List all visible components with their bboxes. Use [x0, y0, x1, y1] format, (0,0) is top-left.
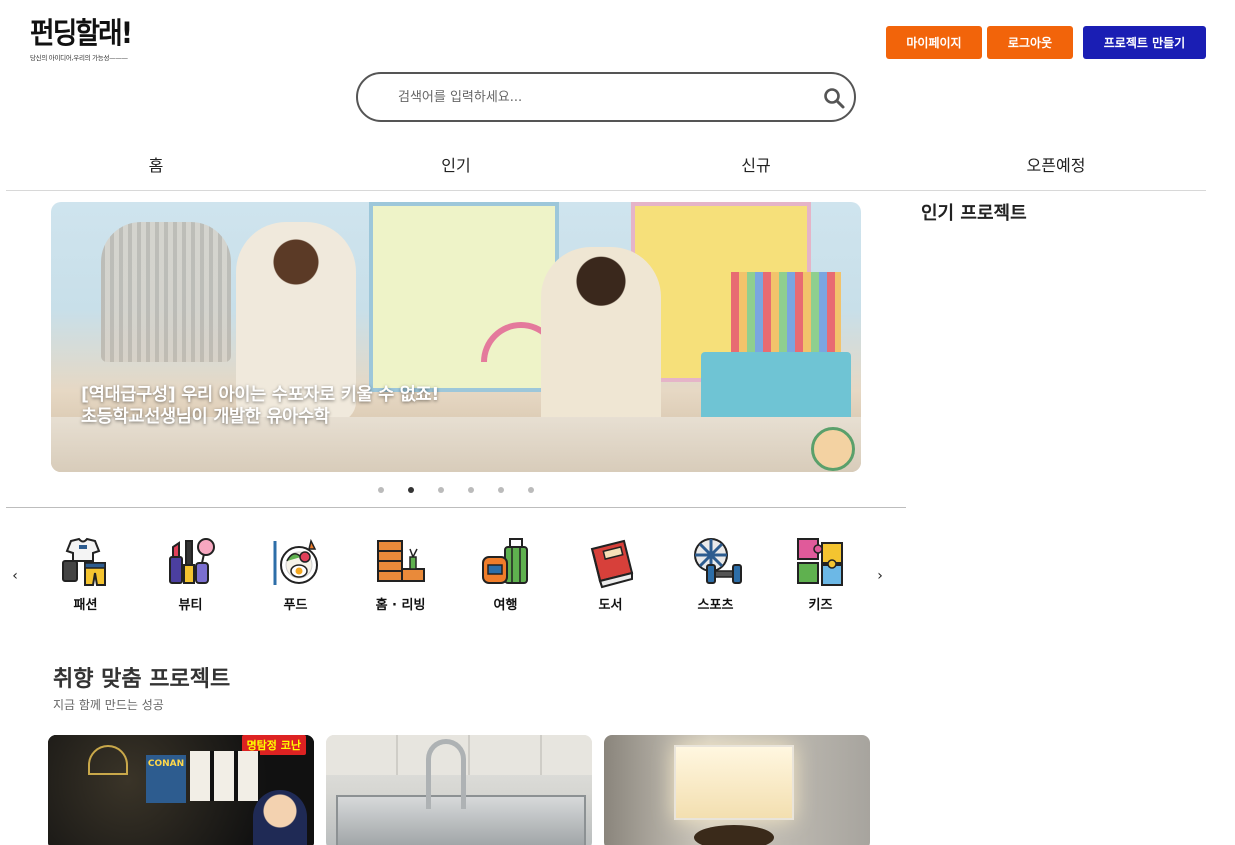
logo[interactable]: 펀딩할래! 당신의 아이디어,우리의 가능성———	[30, 16, 140, 62]
category-label: 키즈	[808, 598, 833, 613]
card-character	[253, 790, 307, 845]
puzzle-icon	[796, 538, 843, 586]
banner-books	[731, 272, 841, 352]
project-card[interactable]: 명탐정 코난 CONAN	[48, 735, 314, 845]
category-prev-icon[interactable]: ‹	[9, 568, 21, 584]
banner-dot-4[interactable]	[468, 487, 474, 493]
category-label: 뷰티	[178, 598, 203, 613]
mypage-button[interactable]: 마이페이지	[886, 26, 982, 59]
category-beauty[interactable]: 뷰티	[138, 535, 243, 613]
category-label: 패션	[73, 598, 98, 613]
category-fashion[interactable]: 패션	[33, 535, 138, 613]
category-food[interactable]: 푸드	[243, 535, 348, 613]
banner-line-1: [역대급구성] 우리 아이는 수포자로 키울 수 없죠!	[81, 385, 440, 405]
cosmetics-icon	[168, 538, 215, 584]
sports-icon	[693, 538, 742, 584]
main-nav: 홈 인기 신규 오픈예정	[6, 146, 1206, 191]
category-travel[interactable]: 여행	[453, 535, 558, 613]
luggage-icon	[481, 538, 528, 584]
food-plate-icon	[273, 538, 318, 585]
search-icon[interactable]	[822, 86, 846, 110]
banner-wall-poster-left	[369, 202, 559, 392]
recommend-title: 취향 맞춤 프로젝트	[53, 667, 231, 692]
category-next-icon[interactable]: ›	[874, 568, 886, 584]
card-image-turntable	[674, 745, 794, 820]
card-photo-cards	[190, 751, 260, 801]
category-label: 스포츠	[697, 598, 734, 613]
card-faucet	[426, 739, 466, 809]
banner-dot-1[interactable]	[378, 487, 384, 493]
popular-projects-title: 인기 프로젝트	[921, 203, 1027, 224]
category-kids[interactable]: 키즈	[768, 535, 873, 613]
category-label: 푸드	[283, 598, 308, 613]
nav-item-new[interactable]: 신규	[606, 146, 906, 190]
card-record	[694, 825, 774, 845]
banner-mascot	[811, 427, 855, 471]
category-label: 홈 · 리빙	[375, 598, 426, 613]
project-card[interactable]	[326, 735, 592, 845]
nav-item-popular[interactable]: 인기	[306, 146, 606, 190]
search-input[interactable]	[398, 89, 798, 105]
logo-subtitle: 당신의 아이디어,우리의 가능성———	[30, 54, 128, 62]
banner-dot-3[interactable]	[438, 487, 444, 493]
category-label: 여행	[493, 598, 518, 613]
category-sports[interactable]: 스포츠	[663, 535, 768, 613]
card-tag: CONAN	[146, 755, 186, 803]
banner-chair	[101, 222, 231, 362]
banner-line-2: 초등학교선생님이 개발한 유아수학	[81, 407, 330, 427]
search-bar	[356, 72, 856, 122]
create-project-button[interactable]: 프로젝트 만들기	[1083, 26, 1206, 59]
logout-button[interactable]: 로그아웃	[987, 26, 1073, 59]
category-home-living[interactable]: 홈 · 리빙	[348, 535, 453, 613]
hero-banner[interactable]: [역대급구성] 우리 아이는 수포자로 키울 수 없죠! 초등학교선생님이 개발…	[51, 202, 861, 472]
project-card[interactable]	[604, 735, 870, 845]
book-icon	[590, 539, 633, 589]
banner-child-right	[541, 247, 661, 437]
banner-dot-5[interactable]	[498, 487, 504, 493]
category-list: 패션 뷰티 푸드 홈 · 리빙 여행 도서 스포츠 키즈	[33, 535, 873, 613]
banner-dot-6[interactable]	[528, 487, 534, 493]
recommend-subtitle: 지금 함께 만드는 성공	[53, 698, 164, 712]
section-divider	[6, 507, 906, 508]
logo-title: 펀딩할래!	[30, 16, 133, 50]
nav-item-upcoming[interactable]: 오픈예정	[906, 146, 1206, 190]
category-books[interactable]: 도서	[558, 535, 663, 613]
clothes-icon	[61, 537, 106, 586]
banner-dot-2[interactable]	[408, 487, 414, 493]
banner-caption: [역대급구성] 우리 아이는 수포자로 키울 수 없죠! 초등학교선생님이 개발…	[81, 384, 439, 428]
nav-item-home[interactable]: 홈	[6, 146, 306, 190]
furniture-icon	[376, 540, 425, 582]
category-label: 도서	[598, 598, 623, 613]
banner-pagination	[378, 487, 534, 493]
